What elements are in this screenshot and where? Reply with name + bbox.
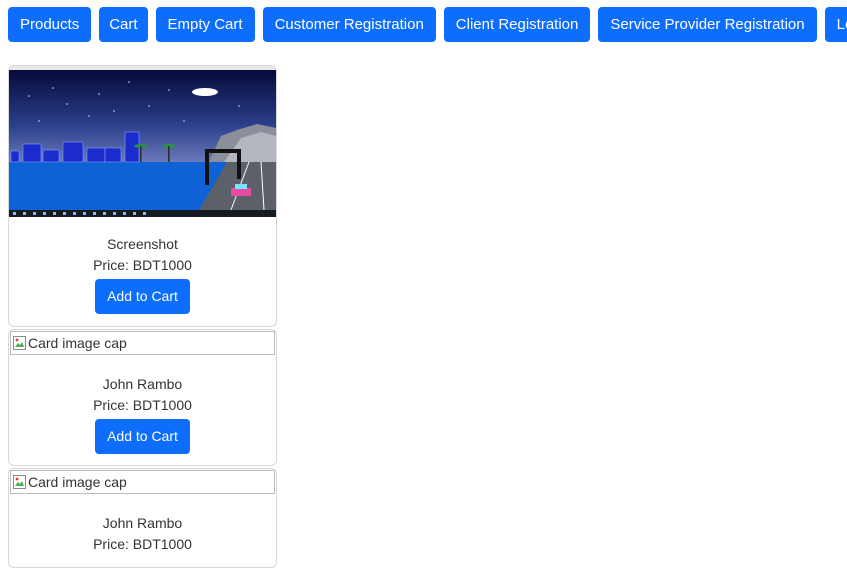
products-button[interactable]: Products xyxy=(8,7,92,42)
card-body: John Rambo Price: BDT1000 Add to Cart xyxy=(9,355,276,454)
product-price: Price: BDT1000 xyxy=(93,536,192,552)
product-image-placeholder: Card image cap xyxy=(10,470,275,494)
service-provider-registration-button[interactable]: Service Provider Registration xyxy=(598,7,817,42)
product-card: Screenshot Price: BDT1000 Add to Cart xyxy=(8,65,277,327)
broken-image-icon xyxy=(13,336,26,350)
product-image xyxy=(9,66,276,217)
cart-button[interactable]: Cart xyxy=(99,7,148,42)
login-button[interactable]: Login xyxy=(824,7,847,42)
image-alt-text: Card image cap xyxy=(28,335,127,351)
product-image-placeholder: Card image cap xyxy=(10,331,275,355)
broken-image-icon xyxy=(13,475,26,489)
image-alt-text: Card image cap xyxy=(28,474,127,490)
top-navbar: Products Cart Empty Cart Customer Regist… xyxy=(8,7,847,42)
card-body: Screenshot Price: BDT1000 Add to Cart xyxy=(9,217,276,314)
empty-cart-button[interactable]: Empty Cart xyxy=(155,7,255,42)
product-name: John Rambo xyxy=(102,376,183,392)
product-name: John Rambo xyxy=(102,515,183,531)
product-card: Card image cap John Rambo Price: BDT1000 xyxy=(8,468,277,568)
product-name: Screenshot xyxy=(107,236,178,252)
product-price: Price: BDT1000 xyxy=(93,257,192,273)
add-to-cart-button[interactable]: Add to Cart xyxy=(95,419,190,454)
customer-registration-button[interactable]: Customer Registration xyxy=(262,7,436,42)
product-card: Card image cap John Rambo Price: BDT1000… xyxy=(8,329,277,466)
client-registration-button[interactable]: Client Registration xyxy=(443,7,591,42)
card-body: John Rambo Price: BDT1000 xyxy=(9,494,276,555)
product-price: Price: BDT1000 xyxy=(93,397,192,413)
add-to-cart-button[interactable]: Add to Cart xyxy=(95,279,190,314)
